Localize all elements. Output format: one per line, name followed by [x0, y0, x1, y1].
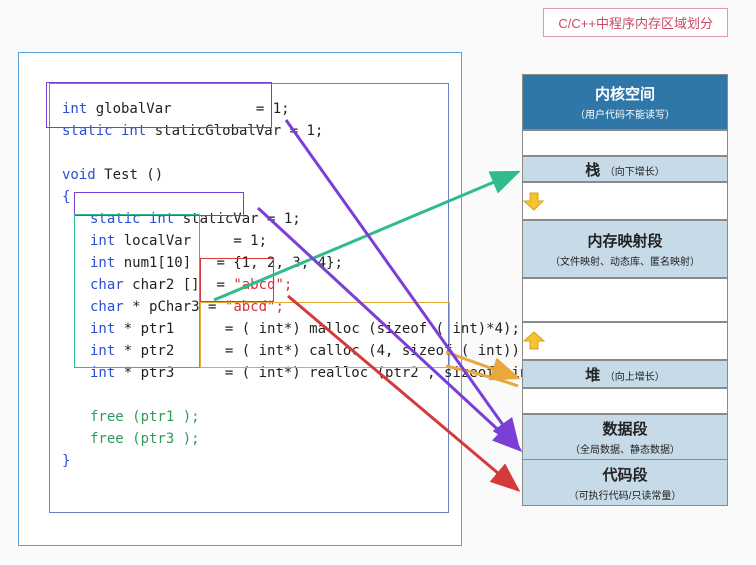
seg-gap2 [522, 278, 728, 322]
seg-gap3 [522, 388, 728, 414]
arrow-up-icon [523, 330, 727, 352]
seg-gap1 [522, 130, 728, 156]
seg-code: 代码段 （可执行代码/只读常量） [522, 460, 728, 506]
seg-heap-arrow [522, 322, 728, 360]
seg-stack: 栈 （向下增长） [522, 156, 728, 182]
diagram-title: C/C++中程序内存区域划分 [543, 8, 728, 37]
seg-stack-arrow [522, 182, 728, 220]
seg-kernel: 内核空间 （用户代码不能读写） [522, 74, 728, 130]
memory-layout: 内核空间 （用户代码不能读写） 栈 （向下增长） 内存映射段 （文件映射、动态库… [522, 74, 728, 506]
seg-heap: 堆 （向上增长） [522, 360, 728, 388]
arrow-down-icon [523, 190, 727, 212]
code-block: int globalVar = 1; static int staticGlob… [49, 83, 449, 513]
code-panel: int globalVar = 1; static int staticGlob… [18, 52, 462, 546]
seg-data: 数据段 （全局数据、静态数据） [522, 414, 728, 460]
seg-mmap: 内存映射段 （文件映射、动态库、匿名映射） [522, 220, 728, 278]
